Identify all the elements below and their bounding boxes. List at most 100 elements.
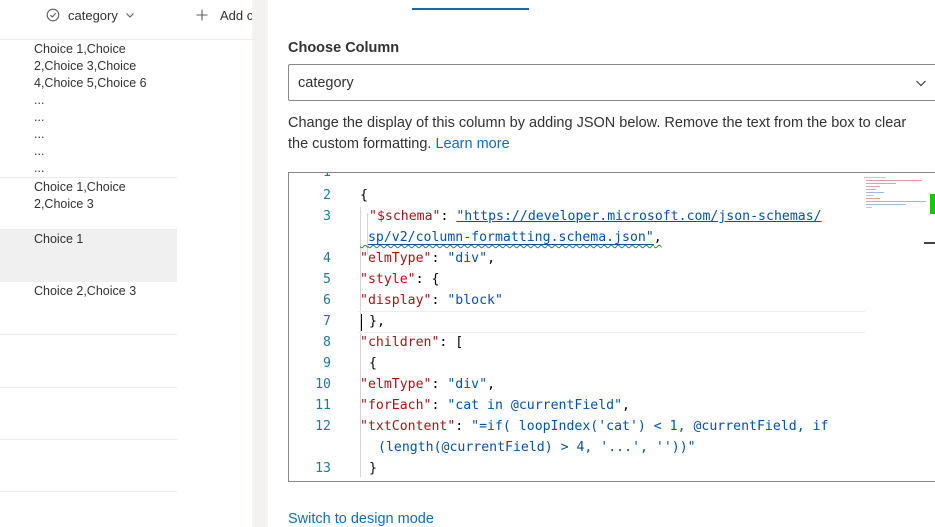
help-text: Change the display of this column by add… [288, 113, 923, 155]
category-cell: Choice 1 [34, 231, 174, 248]
scrollbar-marker [930, 194, 935, 214]
code-line: "children": [ [360, 335, 463, 350]
code-line: sp/v2/column-formatting.schema.json", [360, 230, 662, 245]
help-text-body: Change the display of this column by add… [288, 115, 907, 152]
line-number: 10 [315, 377, 331, 392]
code-token: , [653, 230, 662, 245]
column-header-label: category [68, 7, 118, 23]
json-code-editor[interactable]: 1 2 3 4 5 6 7 8 9 10 11 12 13 { "$schema… [288, 172, 935, 482]
list-row-empty[interactable] [0, 388, 177, 440]
code-token: : [440, 209, 457, 224]
plus-icon [196, 9, 208, 21]
add-column-label: Add c [220, 7, 252, 23]
code-line: "$schema": "https://developer.microsoft.… [369, 209, 822, 224]
json-key: "style" [360, 272, 416, 287]
switch-to-design-mode-link[interactable]: Switch to design mode [288, 511, 434, 527]
line-number: 4 [323, 251, 331, 266]
cell-line: Choice 1,Choice [34, 42, 126, 56]
code-line: "elmType": "div", [360, 377, 496, 392]
json-key: "txtContent" [360, 419, 456, 434]
scrollbar-thumb[interactable] [924, 242, 935, 244]
json-value: "div" [447, 251, 488, 266]
json-value: "=if( loopIndex('cat') < 1, @currentFiel… [471, 419, 829, 434]
cell-line: ... [34, 127, 45, 141]
json-key: "display" [360, 293, 432, 308]
code-line: "style": { [360, 272, 439, 287]
check-circle-icon [46, 8, 60, 22]
active-tab-indicator [412, 8, 529, 10]
category-cell: Choice 1,Choice 2,Choice 3,Choice 4,Choi… [34, 41, 174, 177]
list-row-empty[interactable] [0, 440, 177, 492]
code-token: { [360, 188, 368, 203]
json-key: "elmType" [360, 251, 432, 266]
json-value: "block" [447, 293, 503, 308]
list-row[interactable]: Choice 2,Choice 3 [0, 282, 177, 335]
code-line: } [369, 461, 377, 476]
panel-divider [252, 0, 268, 527]
choose-column-label: Choose Column [288, 40, 400, 56]
category-cell: Choice 1,Choice 2,Choice 3 [34, 179, 174, 213]
list-row-empty[interactable] [0, 335, 177, 388]
code-line: (length(@currentField) > 4, '...', ''))" [378, 440, 696, 455]
cell-line: Choice 1 [34, 232, 84, 246]
line-number: 7 [323, 314, 331, 329]
cell-line: Choice 2,Choice 3 [34, 284, 137, 298]
json-value: "cat in @currentField" [447, 398, 623, 413]
line-number: 8 [323, 335, 331, 350]
cell-line: 2,Choice 3,Choice [34, 59, 137, 73]
code-token: : [ [439, 335, 464, 350]
cell-line: ... [34, 161, 45, 175]
dropdown-value: category [298, 74, 354, 91]
json-key: "forEach" [360, 398, 432, 413]
json-url[interactable]: sp/v2/column-formatting.schema.json" [368, 230, 654, 245]
json-url[interactable]: "https://developer.microsoft.com/json-sc… [456, 209, 821, 224]
list-view: category Add c Choice 1,Choice 2,Choice … [0, 0, 252, 527]
code-token: : { [415, 272, 440, 287]
current-line-highlight [358, 311, 865, 333]
code-line: "txtContent": "=if( loopIndex('cat') < 1… [360, 419, 829, 434]
code-token: { [369, 356, 377, 371]
cell-line: ... [34, 93, 45, 107]
code-token: } [369, 461, 377, 476]
line-number: 12 [315, 419, 331, 434]
list-row-selected[interactable]: Choice 1 [0, 230, 177, 282]
list-header: category Add c [0, 0, 252, 40]
code-line: "display": "block" [360, 293, 503, 308]
cell-line: Choice 1,Choice [34, 180, 126, 194]
chevron-down-icon [125, 13, 134, 18]
cell-line: ... [34, 144, 45, 158]
list-row[interactable]: Choice 1,Choice 2,Choice 3 [0, 178, 177, 230]
line-number: 9 [323, 356, 331, 371]
code-line: { [369, 356, 377, 371]
choose-column-dropdown[interactable]: category [288, 64, 935, 101]
code-line: }, [369, 314, 385, 329]
cell-line: 4,Choice 5,Choice 6 [34, 76, 147, 90]
json-key: "children" [360, 335, 440, 350]
line-number: 6 [323, 293, 331, 308]
line-number: 5 [323, 272, 331, 287]
code-line: "forEach": "cat in @currentField", [360, 398, 630, 413]
line-number: 2 [323, 188, 331, 203]
json-value: "div" [447, 377, 488, 392]
json-key: "$schema" [369, 209, 441, 224]
line-number: 3 [323, 209, 331, 224]
chevron-down-icon [916, 80, 926, 87]
line-number: 1 [323, 172, 331, 180]
learn-more-link[interactable]: Learn more [435, 136, 509, 152]
json-key: "elmType" [360, 377, 432, 392]
editor-minimap[interactable] [864, 175, 926, 211]
text-caret [361, 314, 362, 331]
add-column-button[interactable]: Add c [196, 6, 252, 24]
cell-line: 2,Choice 3 [34, 197, 94, 211]
line-number: 13 [315, 461, 331, 476]
format-column-panel: Choose Column category Change the displa… [268, 0, 935, 527]
code-line: { [360, 188, 368, 203]
list-row[interactable]: Choice 1,Choice 2,Choice 3,Choice 4,Choi… [0, 40, 177, 178]
line-number: 11 [315, 398, 331, 413]
json-value: (length(@currentField) > 4, '...', ''))" [378, 440, 696, 455]
code-line: "elmType": "div", [360, 251, 496, 266]
category-cell: Choice 2,Choice 3 [34, 283, 174, 300]
code-token: }, [369, 314, 385, 329]
column-header-category[interactable]: category [46, 6, 135, 24]
cell-line: ... [34, 110, 45, 124]
